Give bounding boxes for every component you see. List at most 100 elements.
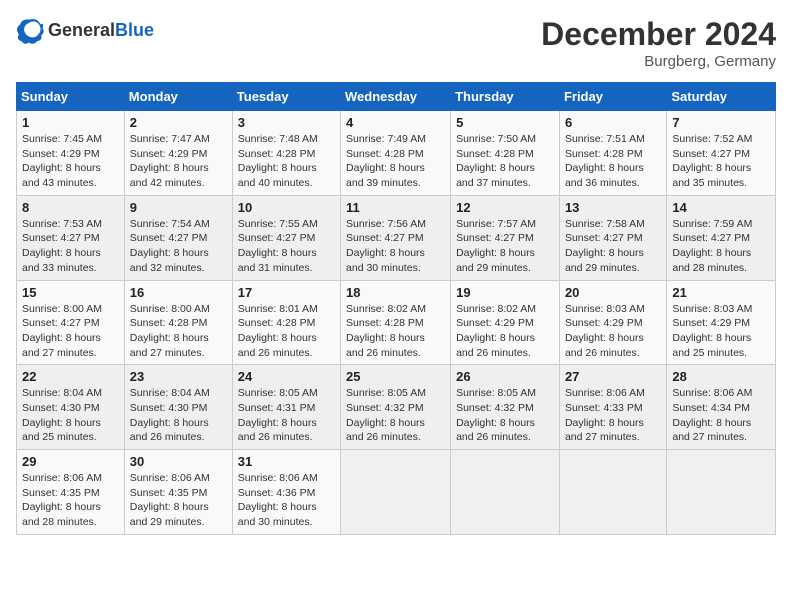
calendar-cell: 21 Sunrise: 8:03 AM Sunset: 4:29 PM Dayl…	[667, 280, 776, 365]
calendar-week-4: 22 Sunrise: 8:04 AM Sunset: 4:30 PM Dayl…	[17, 365, 776, 450]
calendar-week-1: 1 Sunrise: 7:45 AM Sunset: 4:29 PM Dayli…	[17, 111, 776, 196]
calendar-cell: 11 Sunrise: 7:56 AM Sunset: 4:27 PM Dayl…	[341, 195, 451, 280]
day-info: Sunrise: 7:47 AM Sunset: 4:29 PM Dayligh…	[130, 132, 227, 191]
day-info: Sunrise: 7:56 AM Sunset: 4:27 PM Dayligh…	[346, 217, 445, 276]
day-info: Sunrise: 8:02 AM Sunset: 4:28 PM Dayligh…	[346, 302, 445, 361]
day-number: 7	[672, 115, 770, 130]
day-number: 17	[238, 285, 335, 300]
day-header-monday: Monday	[124, 83, 232, 111]
day-info: Sunrise: 7:59 AM Sunset: 4:27 PM Dayligh…	[672, 217, 770, 276]
calendar-cell: 31 Sunrise: 8:06 AM Sunset: 4:36 PM Dayl…	[232, 450, 340, 535]
month-title: December 2024	[541, 16, 776, 53]
day-info: Sunrise: 8:06 AM Sunset: 4:33 PM Dayligh…	[565, 386, 661, 445]
day-header-friday: Friday	[559, 83, 666, 111]
day-number: 19	[456, 285, 554, 300]
day-number: 4	[346, 115, 445, 130]
day-info: Sunrise: 7:52 AM Sunset: 4:27 PM Dayligh…	[672, 132, 770, 191]
day-info: Sunrise: 8:00 AM Sunset: 4:27 PM Dayligh…	[22, 302, 119, 361]
calendar-cell: 12 Sunrise: 7:57 AM Sunset: 4:27 PM Dayl…	[451, 195, 560, 280]
day-number: 29	[22, 454, 119, 469]
day-info: Sunrise: 8:05 AM Sunset: 4:31 PM Dayligh…	[238, 386, 335, 445]
day-number: 27	[565, 369, 661, 384]
day-number: 25	[346, 369, 445, 384]
title-area: December 2024 Burgberg, Germany	[541, 16, 776, 70]
day-number: 13	[565, 200, 661, 215]
logo-icon	[16, 16, 44, 44]
calendar-cell	[559, 450, 666, 535]
day-info: Sunrise: 7:51 AM Sunset: 4:28 PM Dayligh…	[565, 132, 661, 191]
calendar-cell: 1 Sunrise: 7:45 AM Sunset: 4:29 PM Dayli…	[17, 111, 125, 196]
day-number: 22	[22, 369, 119, 384]
calendar-cell: 27 Sunrise: 8:06 AM Sunset: 4:33 PM Dayl…	[559, 365, 666, 450]
calendar-cell: 17 Sunrise: 8:01 AM Sunset: 4:28 PM Dayl…	[232, 280, 340, 365]
day-number: 21	[672, 285, 770, 300]
calendar-cell: 29 Sunrise: 8:06 AM Sunset: 4:35 PM Dayl…	[17, 450, 125, 535]
day-number: 8	[22, 200, 119, 215]
calendar-cell: 3 Sunrise: 7:48 AM Sunset: 4:28 PM Dayli…	[232, 111, 340, 196]
day-header-thursday: Thursday	[451, 83, 560, 111]
calendar-cell	[341, 450, 451, 535]
logo-general: General	[48, 20, 115, 40]
calendar-cell: 15 Sunrise: 8:00 AM Sunset: 4:27 PM Dayl…	[17, 280, 125, 365]
day-info: Sunrise: 8:02 AM Sunset: 4:29 PM Dayligh…	[456, 302, 554, 361]
day-number: 30	[130, 454, 227, 469]
calendar-week-3: 15 Sunrise: 8:00 AM Sunset: 4:27 PM Dayl…	[17, 280, 776, 365]
calendar-cell: 19 Sunrise: 8:02 AM Sunset: 4:29 PM Dayl…	[451, 280, 560, 365]
day-number: 15	[22, 285, 119, 300]
calendar-cell: 14 Sunrise: 7:59 AM Sunset: 4:27 PM Dayl…	[667, 195, 776, 280]
day-number: 20	[565, 285, 661, 300]
calendar-cell: 10 Sunrise: 7:55 AM Sunset: 4:27 PM Dayl…	[232, 195, 340, 280]
day-number: 10	[238, 200, 335, 215]
calendar-cell: 26 Sunrise: 8:05 AM Sunset: 4:32 PM Dayl…	[451, 365, 560, 450]
day-info: Sunrise: 7:54 AM Sunset: 4:27 PM Dayligh…	[130, 217, 227, 276]
day-info: Sunrise: 7:48 AM Sunset: 4:28 PM Dayligh…	[238, 132, 335, 191]
day-number: 6	[565, 115, 661, 130]
day-info: Sunrise: 7:57 AM Sunset: 4:27 PM Dayligh…	[456, 217, 554, 276]
calendar-week-2: 8 Sunrise: 7:53 AM Sunset: 4:27 PM Dayli…	[17, 195, 776, 280]
calendar-cell: 24 Sunrise: 8:05 AM Sunset: 4:31 PM Dayl…	[232, 365, 340, 450]
day-number: 1	[22, 115, 119, 130]
day-header-saturday: Saturday	[667, 83, 776, 111]
day-number: 2	[130, 115, 227, 130]
day-info: Sunrise: 8:04 AM Sunset: 4:30 PM Dayligh…	[22, 386, 119, 445]
header: GeneralBlue December 2024 Burgberg, Germ…	[16, 16, 776, 70]
day-number: 16	[130, 285, 227, 300]
calendar-cell: 20 Sunrise: 8:03 AM Sunset: 4:29 PM Dayl…	[559, 280, 666, 365]
logo-blue: Blue	[115, 20, 154, 40]
day-number: 18	[346, 285, 445, 300]
day-info: Sunrise: 8:05 AM Sunset: 4:32 PM Dayligh…	[346, 386, 445, 445]
calendar-cell: 5 Sunrise: 7:50 AM Sunset: 4:28 PM Dayli…	[451, 111, 560, 196]
day-number: 3	[238, 115, 335, 130]
day-info: Sunrise: 8:04 AM Sunset: 4:30 PM Dayligh…	[130, 386, 227, 445]
calendar-cell: 8 Sunrise: 7:53 AM Sunset: 4:27 PM Dayli…	[17, 195, 125, 280]
day-info: Sunrise: 8:03 AM Sunset: 4:29 PM Dayligh…	[672, 302, 770, 361]
day-header-sunday: Sunday	[17, 83, 125, 111]
day-info: Sunrise: 8:01 AM Sunset: 4:28 PM Dayligh…	[238, 302, 335, 361]
calendar-cell	[451, 450, 560, 535]
calendar-cell: 28 Sunrise: 8:06 AM Sunset: 4:34 PM Dayl…	[667, 365, 776, 450]
day-header-tuesday: Tuesday	[232, 83, 340, 111]
day-info: Sunrise: 8:05 AM Sunset: 4:32 PM Dayligh…	[456, 386, 554, 445]
calendar-cell: 7 Sunrise: 7:52 AM Sunset: 4:27 PM Dayli…	[667, 111, 776, 196]
day-number: 5	[456, 115, 554, 130]
day-info: Sunrise: 8:06 AM Sunset: 4:35 PM Dayligh…	[130, 471, 227, 530]
location-title: Burgberg, Germany	[541, 53, 776, 70]
day-info: Sunrise: 7:50 AM Sunset: 4:28 PM Dayligh…	[456, 132, 554, 191]
calendar-cell: 2 Sunrise: 7:47 AM Sunset: 4:29 PM Dayli…	[124, 111, 232, 196]
day-number: 14	[672, 200, 770, 215]
day-info: Sunrise: 7:53 AM Sunset: 4:27 PM Dayligh…	[22, 217, 119, 276]
calendar-cell: 18 Sunrise: 8:02 AM Sunset: 4:28 PM Dayl…	[341, 280, 451, 365]
calendar-cell: 4 Sunrise: 7:49 AM Sunset: 4:28 PM Dayli…	[341, 111, 451, 196]
day-number: 11	[346, 200, 445, 215]
calendar-week-5: 29 Sunrise: 8:06 AM Sunset: 4:35 PM Dayl…	[17, 450, 776, 535]
day-info: Sunrise: 8:06 AM Sunset: 4:35 PM Dayligh…	[22, 471, 119, 530]
calendar-cell: 13 Sunrise: 7:58 AM Sunset: 4:27 PM Dayl…	[559, 195, 666, 280]
day-number: 31	[238, 454, 335, 469]
day-info: Sunrise: 7:55 AM Sunset: 4:27 PM Dayligh…	[238, 217, 335, 276]
logo-text: GeneralBlue	[48, 20, 154, 41]
day-number: 23	[130, 369, 227, 384]
day-info: Sunrise: 7:45 AM Sunset: 4:29 PM Dayligh…	[22, 132, 119, 191]
day-number: 12	[456, 200, 554, 215]
calendar-cell: 30 Sunrise: 8:06 AM Sunset: 4:35 PM Dayl…	[124, 450, 232, 535]
day-info: Sunrise: 7:49 AM Sunset: 4:28 PM Dayligh…	[346, 132, 445, 191]
